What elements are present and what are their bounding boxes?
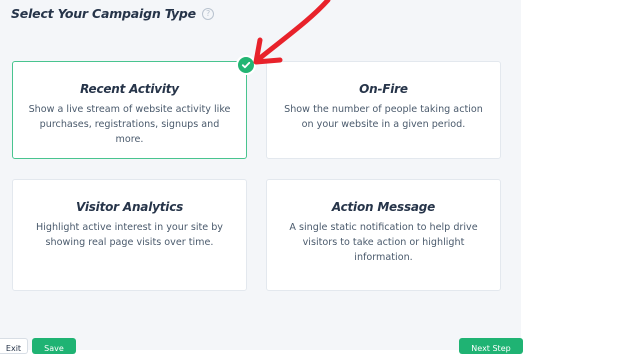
card-description: A single static notification to help dri… [289,222,478,263]
exit-button[interactable]: Exit [0,338,28,354]
help-icon[interactable]: ? [201,7,214,20]
card-title: Visitor Analytics [75,200,184,214]
card-description: Show a live stream of website activity l… [28,104,231,145]
campaign-card-action-message[interactable]: Action Message A single static notificat… [266,179,501,291]
card-description: Show the number of people taking action … [284,104,483,130]
card-description: Highlight active interest in your site b… [36,222,223,248]
campaign-card-on-fire[interactable]: On-Fire Show the number of people taking… [266,61,501,159]
next-step-button[interactable]: Next Step [459,338,523,354]
card-title: On-Fire [359,82,408,96]
section-title-text: Select Your Campaign Type [11,6,196,21]
section-title: Select Your Campaign Type ? [11,6,214,21]
campaign-card-recent-activity[interactable]: Recent Activity Show a live stream of we… [12,61,247,159]
campaign-card-visitor-analytics[interactable]: Visitor Analytics Highlight active inter… [12,179,247,291]
card-title: Action Message [331,200,436,214]
card-title: Recent Activity [80,82,179,96]
red-arrow-icon [253,0,331,65]
save-button[interactable]: Save [32,338,76,354]
